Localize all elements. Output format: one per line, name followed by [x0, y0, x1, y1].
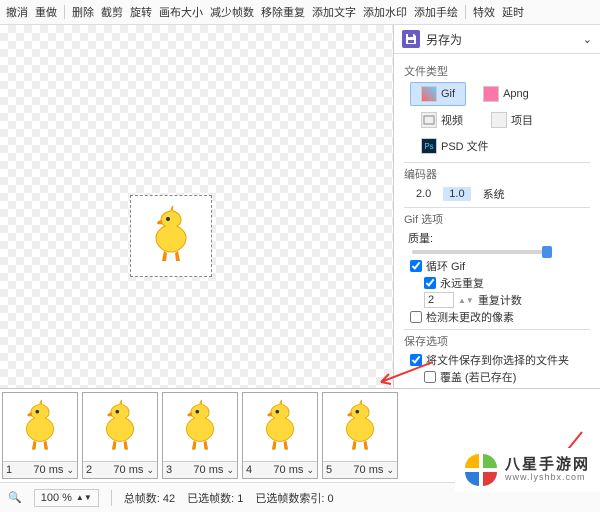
- crop-button[interactable]: 截剪: [101, 4, 123, 20]
- frame-number: 5: [326, 464, 332, 476]
- chevron-down-icon[interactable]: ⌄: [146, 465, 154, 475]
- frame-number: 2: [86, 464, 92, 476]
- chevron-down-icon[interactable]: ⌄: [386, 465, 394, 475]
- chevron-down-icon[interactable]: ⌄: [66, 465, 74, 475]
- filetype-project[interactable]: 项目: [480, 108, 544, 132]
- repeat-count-input[interactable]: 2: [424, 292, 454, 308]
- brand-name: 八星手游网: [505, 457, 590, 474]
- chevron-down-icon[interactable]: ⌄: [226, 465, 234, 475]
- canvas-size-button[interactable]: 画布大小: [159, 4, 203, 20]
- filetype-psd[interactable]: PsPSD 文件: [410, 134, 500, 158]
- total-frames: 总帧数: 42: [124, 490, 175, 506]
- delete-button[interactable]: 删除: [72, 4, 94, 20]
- gif-options-label: Gif 选项: [404, 211, 590, 227]
- frame-delay: 70 ms: [273, 464, 303, 476]
- filetype-video[interactable]: 视频: [410, 108, 474, 132]
- effects-button[interactable]: 特效: [473, 4, 495, 20]
- reduce-frames-button[interactable]: 减少帧数: [210, 4, 254, 20]
- frame-delay: 70 ms: [33, 464, 63, 476]
- frame-delay: 70 ms: [353, 464, 383, 476]
- encoder-system[interactable]: 系统: [477, 185, 511, 203]
- zoom-control[interactable]: 100 %▲▼: [34, 489, 99, 507]
- freehand-button[interactable]: 添加手绘: [414, 4, 458, 20]
- selected-frames: 已选帧数: 1: [187, 490, 243, 506]
- add-text-button[interactable]: 添加文字: [312, 4, 356, 20]
- selected-index: 已选帧数索引: 0: [255, 490, 333, 506]
- encoder-20[interactable]: 2.0: [410, 187, 437, 201]
- encoder-10[interactable]: 1.0: [443, 187, 470, 201]
- save-icon: [402, 30, 420, 48]
- repeat-forever-checkbox[interactable]: [424, 277, 436, 289]
- save-options-label: 保存选项: [404, 333, 590, 349]
- quality-slider[interactable]: [412, 250, 552, 254]
- frame-delay: 70 ms: [113, 464, 143, 476]
- current-frame-preview: [130, 195, 212, 277]
- remove-dup-button[interactable]: 移除重复: [261, 4, 305, 20]
- frame-number: 4: [246, 464, 252, 476]
- frame-item[interactable]: 3 70 ms ⌄: [162, 392, 238, 479]
- save-to-folder-checkbox[interactable]: [410, 354, 422, 366]
- file-type-label: 文件类型: [404, 63, 590, 79]
- rotate-button[interactable]: 旋转: [130, 4, 152, 20]
- frame-delay: 70 ms: [193, 464, 223, 476]
- filetype-apng[interactable]: Apng: [472, 82, 540, 106]
- chevron-down-icon[interactable]: ⌄: [306, 465, 314, 475]
- frame-item[interactable]: 5 70 ms ⌄: [322, 392, 398, 479]
- save-as-panel: 另存为 ⌄ 文件类型 Gif Apng 视频 项目 PsPSD 文件 编码器 2…: [393, 25, 600, 388]
- quality-label: 质量:: [408, 233, 433, 245]
- search-icon[interactable]: 🔍: [8, 491, 22, 504]
- overwrite-checkbox[interactable]: [424, 371, 436, 383]
- brand-url: www.lyshbx.com: [505, 473, 590, 483]
- chevron-down-icon[interactable]: ⌄: [583, 33, 592, 46]
- frame-item[interactable]: 4 70 ms ⌄: [242, 392, 318, 479]
- frame-item[interactable]: 2 70 ms ⌄: [82, 392, 158, 479]
- encoder-label: 编码器: [404, 166, 590, 182]
- brand-logo-icon: [465, 454, 497, 486]
- loop-gif-checkbox[interactable]: [410, 260, 422, 272]
- add-watermark-button[interactable]: 添加水印: [363, 4, 407, 20]
- frame-item[interactable]: 1 70 ms ⌄: [2, 392, 78, 479]
- frame-number: 1: [6, 464, 12, 476]
- frame-number: 3: [166, 464, 172, 476]
- canvas-area[interactable]: [0, 25, 393, 388]
- delay-button[interactable]: 延时: [502, 4, 524, 20]
- detect-unchanged-checkbox[interactable]: [410, 311, 422, 323]
- redo-button[interactable]: 重做: [35, 4, 57, 20]
- undo-button[interactable]: 撤消: [6, 4, 28, 20]
- filetype-gif[interactable]: Gif: [410, 82, 466, 106]
- panel-title: 另存为: [426, 31, 462, 48]
- toolbar: 撤消 重做 删除 截剪 旋转 画布大小 减少帧数 移除重复 添加文字 添加水印 …: [0, 0, 600, 25]
- watermark-overlay: 八星手游网 www.lyshbx.com: [455, 448, 600, 492]
